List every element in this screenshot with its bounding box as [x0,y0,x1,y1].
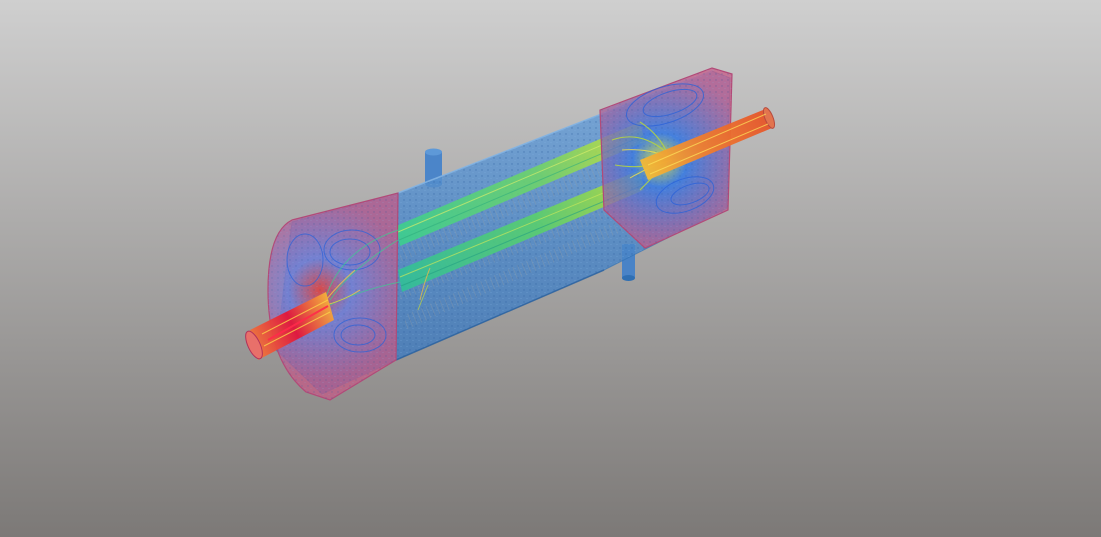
render-viewport[interactable] [0,0,1101,537]
left-end-cap[interactable] [267,192,401,401]
heat-exchanger-visualization[interactable] [0,0,1101,537]
